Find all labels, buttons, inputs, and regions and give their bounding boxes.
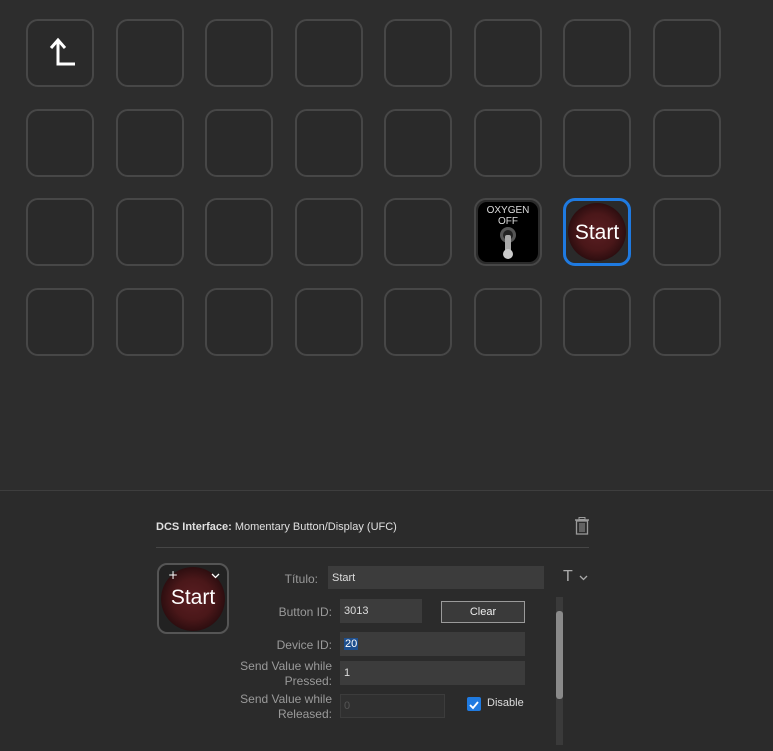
- key-empty[interactable]: [205, 19, 273, 87]
- key-empty[interactable]: [653, 109, 721, 177]
- button-id-label: Button ID:: [278, 605, 332, 619]
- preview-title: Start: [170, 586, 216, 609]
- stream-deck-grid: OXYGEN OFF Start: [0, 0, 773, 490]
- key-empty[interactable]: [205, 109, 273, 177]
- title-label: Título:: [284, 572, 318, 586]
- key-empty[interactable]: [474, 109, 542, 177]
- key-empty[interactable]: [116, 109, 184, 177]
- device-id-input[interactable]: 20: [340, 632, 525, 656]
- property-inspector: DCS Interface: Momentary Button/Display …: [0, 490, 773, 751]
- key-empty[interactable]: [384, 288, 452, 356]
- key-empty[interactable]: [384, 198, 452, 266]
- disable-checkbox[interactable]: [467, 697, 481, 711]
- key-empty[interactable]: [384, 109, 452, 177]
- key-empty[interactable]: [653, 198, 721, 266]
- key-empty[interactable]: [474, 288, 542, 356]
- key-start-button[interactable]: Start: [563, 198, 631, 266]
- key-empty[interactable]: [26, 109, 94, 177]
- key-empty[interactable]: [474, 19, 542, 87]
- key-empty[interactable]: [116, 19, 184, 87]
- clear-button[interactable]: Clear: [441, 601, 525, 623]
- panel-header: DCS Interface: Momentary Button/Display …: [156, 521, 397, 533]
- device-id-value: 20: [344, 638, 359, 650]
- send-released-input[interactable]: 0: [340, 694, 445, 718]
- key-empty[interactable]: [384, 19, 452, 87]
- key-empty[interactable]: [295, 109, 363, 177]
- action-name: Momentary Button/Display (UFC): [234, 521, 397, 533]
- key-empty[interactable]: [295, 198, 363, 266]
- oxygen-switch-label: OXYGEN OFF: [478, 205, 538, 227]
- back-arrow-icon: [49, 37, 75, 66]
- key-empty[interactable]: [563, 109, 631, 177]
- key-empty[interactable]: [295, 288, 363, 356]
- oxygen-switch-image: OXYGEN OFF: [478, 202, 538, 262]
- send-released-label-line2: Released:: [277, 707, 332, 721]
- key-empty[interactable]: [26, 198, 94, 266]
- send-pressed-label-line2: Pressed:: [284, 674, 332, 688]
- key-empty[interactable]: [653, 288, 721, 356]
- scrollbar-thumb[interactable]: [556, 611, 563, 699]
- plus-icon: +: [168, 568, 179, 582]
- send-released-label: Send Value while Released:: [232, 692, 332, 722]
- key-empty[interactable]: [205, 288, 273, 356]
- send-pressed-label-line1: Send Value while: [240, 659, 332, 673]
- send-pressed-input[interactable]: 1: [340, 661, 525, 685]
- key-back[interactable]: [26, 19, 94, 87]
- device-id-label: Device ID:: [276, 638, 332, 652]
- send-pressed-label: Send Value while Pressed:: [232, 659, 332, 689]
- scrollbar[interactable]: [556, 597, 563, 745]
- font-settings-icon[interactable]: T: [563, 568, 573, 586]
- key-empty[interactable]: [116, 198, 184, 266]
- send-released-label-line1: Send Value while: [240, 692, 332, 706]
- disable-label: Disable: [487, 697, 524, 709]
- key-empty[interactable]: [563, 288, 631, 356]
- key-empty[interactable]: [26, 288, 94, 356]
- toggle-switch-icon: [500, 227, 516, 259]
- trash-icon[interactable]: [574, 517, 590, 535]
- plugin-name: DCS Interface:: [156, 521, 232, 533]
- chevron-down-icon: [211, 573, 220, 579]
- key-empty[interactable]: [295, 19, 363, 87]
- oxygen-label-line1: OXYGEN: [486, 205, 530, 216]
- key-preview[interactable]: + Start: [157, 563, 229, 634]
- chevron-down-icon[interactable]: [579, 575, 588, 581]
- button-id-input[interactable]: 3013: [340, 599, 422, 623]
- start-key-title: Start: [574, 221, 620, 244]
- checkmark-icon: [469, 701, 479, 710]
- header-divider: [156, 547, 589, 548]
- title-input[interactable]: Start: [328, 566, 544, 589]
- key-empty[interactable]: [653, 19, 721, 87]
- key-empty[interactable]: [563, 19, 631, 87]
- key-oxygen-switch[interactable]: OXYGEN OFF: [474, 198, 542, 266]
- key-empty[interactable]: [116, 288, 184, 356]
- key-empty[interactable]: [205, 198, 273, 266]
